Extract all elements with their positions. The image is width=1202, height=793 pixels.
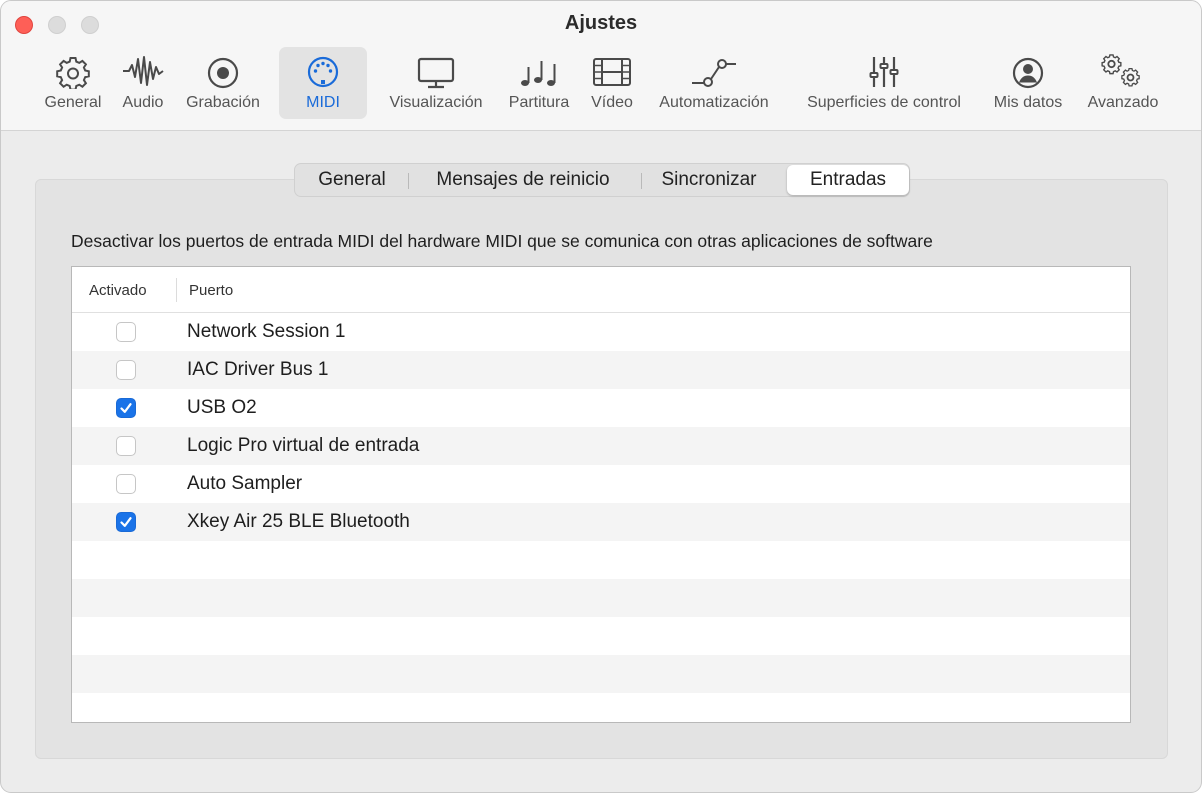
toolbar-item-superficies-de-control[interactable]: Superficies de control	[789, 47, 979, 119]
table-row[interactable]: Logic Pro virtual de entrada	[72, 427, 1130, 465]
toolbar-item-visualizacion[interactable]: Visualización	[379, 47, 493, 119]
window-title: Ajustes	[564, 12, 638, 34]
port-name: IAC Driver Bus 1	[187, 359, 329, 380]
waveform-icon	[121, 51, 165, 91]
faders-icon	[866, 51, 902, 91]
empty-row	[72, 579, 1130, 617]
toolbar-item-label: General	[44, 94, 102, 111]
toolbar-item-label: Mis datos	[993, 94, 1063, 111]
column-header-activado[interactable]: Activado	[89, 282, 147, 299]
toolbar-item-label: Avanzado	[1087, 94, 1159, 111]
enabled-checkbox[interactable]	[116, 436, 136, 456]
toolbar-item-label: Audio	[122, 94, 164, 111]
table-header: Activado Puerto	[72, 267, 1130, 313]
record-icon	[205, 51, 241, 91]
description-text: Desactivar los puertos de entrada MIDI d…	[71, 231, 933, 251]
tab-general[interactable]: General	[297, 164, 407, 196]
display-icon	[416, 51, 456, 91]
toolbar-item-partitura[interactable]: Partitura	[501, 47, 577, 119]
empty-row	[72, 655, 1130, 693]
port-name: Logic Pro virtual de entrada	[187, 435, 420, 456]
enabled-checkbox[interactable]	[116, 322, 136, 342]
preferences-window: Ajustes General Audio Grabación MIDI Vis…	[0, 0, 1202, 793]
midi-connector-icon	[305, 51, 341, 91]
toolbar-item-grabacion[interactable]: Grabación	[177, 47, 269, 119]
toolbar: Ajustes General Audio Grabación MIDI Vis…	[1, 1, 1201, 131]
toolbar-item-label: Automatización	[659, 94, 769, 111]
person-icon	[1010, 51, 1046, 91]
table-row[interactable]: Network Session 1	[72, 313, 1130, 351]
table-row[interactable]: IAC Driver Bus 1	[72, 351, 1130, 389]
table-row[interactable]: Auto Sampler	[72, 465, 1130, 503]
midi-ports-table: Activado Puerto Network Session 1 IAC Dr…	[71, 266, 1131, 723]
enabled-checkbox[interactable]	[116, 360, 136, 380]
tab-sincronizar[interactable]: Sincronizar	[642, 164, 776, 196]
table-row[interactable]: USB O2	[72, 389, 1130, 427]
toolbar-item-label: Vídeo	[591, 94, 633, 111]
toolbar-item-label: Superficies de control	[807, 94, 961, 111]
toolbar-item-label: Grabación	[186, 94, 260, 111]
tab-mensajes-de-reinicio[interactable]: Mensajes de reinicio	[409, 164, 637, 196]
table-row[interactable]: Xkey Air 25 BLE Bluetooth	[72, 503, 1130, 541]
port-name: Xkey Air 25 BLE Bluetooth	[187, 511, 410, 532]
toolbar-item-avanzado[interactable]: Avanzado	[1079, 47, 1167, 119]
checkmark-icon	[120, 403, 132, 413]
toolbar-item-video[interactable]: Vídeo	[585, 47, 639, 119]
enabled-checkbox[interactable]	[116, 398, 136, 418]
automation-curve-icon	[690, 51, 738, 91]
toolbar-item-audio[interactable]: Audio	[113, 47, 173, 119]
empty-row	[72, 541, 1130, 579]
tab-entradas[interactable]: Entradas	[787, 165, 909, 195]
column-header-puerto[interactable]: Puerto	[189, 282, 233, 299]
gear-icon	[55, 51, 91, 91]
port-name: Network Session 1	[187, 321, 346, 342]
toolbar-item-label: MIDI	[306, 94, 340, 111]
empty-row	[72, 693, 1130, 722]
toolbar-item-midi[interactable]: MIDI	[279, 47, 367, 119]
toolbar-item-mis-datos[interactable]: Mis datos	[985, 47, 1071, 119]
film-icon	[592, 51, 632, 91]
toolbar-item-automatizacion[interactable]: Automatización	[647, 47, 781, 119]
port-name: USB O2	[187, 397, 257, 418]
enabled-checkbox[interactable]	[116, 474, 136, 494]
gears-icon	[1101, 51, 1145, 91]
port-name: Auto Sampler	[187, 473, 303, 494]
checkmark-icon	[120, 517, 132, 527]
column-divider	[176, 278, 177, 302]
empty-row	[72, 617, 1130, 655]
music-notes-icon	[519, 51, 559, 91]
toolbar-item-general[interactable]: General	[37, 47, 109, 119]
toolbar-item-label: Partitura	[508, 94, 570, 111]
tab-bar: General Mensajes de reinicio Sincronizar…	[294, 163, 910, 197]
enabled-checkbox[interactable]	[116, 512, 136, 532]
toolbar-item-label: Visualización	[389, 94, 483, 111]
